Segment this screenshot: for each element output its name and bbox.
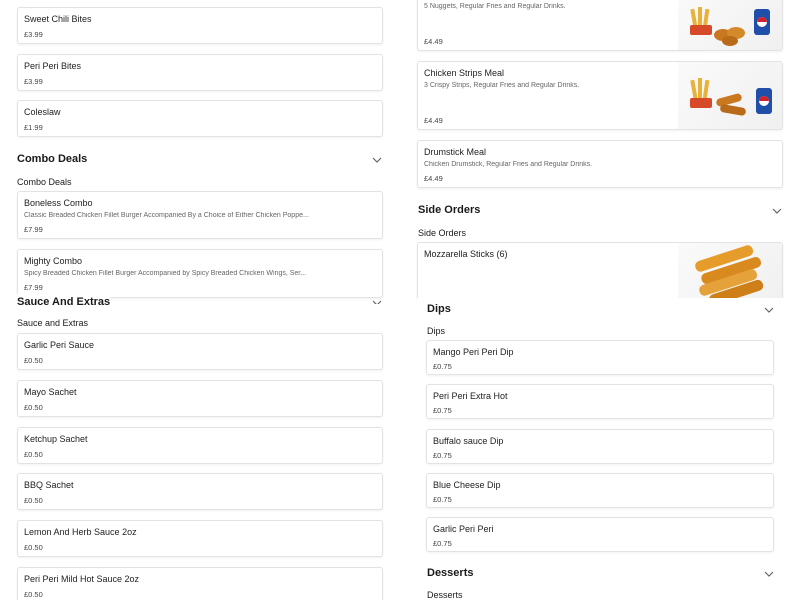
item-name: Boneless Combo	[24, 198, 93, 208]
nugget-icon	[714, 27, 745, 46]
item-price: £0.75	[433, 495, 452, 504]
section-subtitle: Dips	[427, 326, 446, 336]
item-name: Peri Peri Mild Hot Sauce 2oz	[24, 574, 140, 584]
menu-item-card[interactable]: BBQ Sachet £0.50	[17, 473, 383, 510]
item-name: Lemon And Herb Sauce 2oz	[24, 527, 137, 537]
item-price: £0.50	[24, 403, 43, 412]
menu-item-card[interactable]: Peri Peri Bites £3.99	[17, 54, 383, 91]
pepsi-can-icon	[756, 88, 772, 114]
item-price: £1.99	[24, 123, 43, 132]
section-subtitle: Sauce and Extras	[17, 318, 89, 328]
item-price: £0.50	[24, 496, 43, 505]
menu-item-card[interactable]: Mayo Sachet £0.50	[17, 380, 383, 417]
item-name: Chicken Strips Meal	[424, 68, 505, 78]
menu-item-card[interactable]: 5 Nuggets, Regular Fries and Regular Dri…	[417, 0, 783, 51]
item-price: £0.50	[24, 356, 43, 365]
item-description: Spicy Breaded Chicken Fillet Burger Acco…	[24, 270, 307, 277]
item-price: £0.75	[433, 406, 452, 415]
item-name: Mighty Combo	[24, 256, 83, 266]
item-price: £7.99	[24, 225, 43, 234]
menu-item-card[interactable]: Peri Peri Mild Hot Sauce 2oz £0.50	[17, 567, 383, 600]
item-name: Sweet Chili Bites	[24, 14, 92, 24]
menu-item-card[interactable]: Mozzarella Sticks (6)	[417, 242, 783, 306]
chevron-down-icon[interactable]	[371, 296, 383, 304]
item-name: Peri Peri Extra Hot	[433, 391, 508, 401]
menu-item-card[interactable]: Boneless Combo Classic Breaded Chicken F…	[17, 191, 383, 239]
item-description: Chicken Drumstick, Regular Fries and Reg…	[424, 161, 593, 168]
item-name: BBQ Sachet	[24, 480, 74, 490]
section-title-dips[interactable]: Dips	[427, 303, 451, 315]
menu-item-card[interactable]: Buffalo sauce Dip £0.75	[426, 429, 774, 464]
item-image	[678, 243, 782, 305]
item-name: Buffalo sauce Dip	[433, 436, 504, 446]
pepsi-can-icon	[754, 9, 770, 35]
item-name: Coleslaw	[24, 107, 61, 117]
menu-item-card[interactable]: Chicken Strips Meal 3 Crispy Strips, Reg…	[417, 61, 783, 130]
menu-item-card[interactable]: Lemon And Herb Sauce 2oz £0.50	[17, 520, 383, 557]
item-name: Mozzarella Sticks (6)	[424, 249, 508, 259]
menu-item-card[interactable]: Peri Peri Extra Hot £0.75	[426, 384, 774, 419]
item-price: £0.75	[433, 362, 452, 371]
menu-item-card[interactable]: Mango Peri Peri Dip £0.75	[426, 340, 774, 375]
item-price: £0.50	[24, 543, 43, 552]
menu-item-card[interactable]: Ketchup Sachet £0.50	[17, 427, 383, 464]
item-name: Drumstick Meal	[424, 147, 487, 157]
menu-item-card[interactable]: Coleslaw £1.99	[17, 100, 383, 137]
item-name: Mayo Sachet	[24, 387, 77, 397]
item-name: Peri Peri Bites	[24, 61, 82, 71]
menu-item-card[interactable]: Blue Cheese Dip £0.75	[426, 473, 774, 508]
menu-item-card[interactable]: Mighty Combo Spicy Breaded Chicken Fille…	[17, 249, 383, 298]
item-price: £0.75	[433, 539, 452, 548]
item-price: £0.50	[24, 450, 43, 459]
chicken-strip-icon	[716, 93, 746, 116]
chevron-down-icon[interactable]	[771, 204, 783, 216]
section-subtitle: Side Orders	[418, 228, 467, 238]
section-title-side-orders[interactable]: Side Orders	[418, 204, 480, 216]
fries-icon	[690, 7, 712, 35]
chevron-down-icon[interactable]	[763, 567, 775, 579]
item-name: Ketchup Sachet	[24, 434, 88, 444]
chevron-down-icon[interactable]	[763, 303, 775, 315]
item-price: £0.75	[433, 451, 452, 460]
item-price: £3.99	[24, 77, 43, 86]
menu-item-card[interactable]: Garlic Peri Sauce £0.50	[17, 333, 383, 370]
item-price: £4.49	[424, 116, 443, 125]
item-name: Blue Cheese Dip	[433, 480, 501, 490]
item-name: Garlic Peri Peri	[433, 524, 494, 534]
section-subtitle: Desserts	[427, 590, 463, 600]
item-name: Garlic Peri Sauce	[24, 340, 95, 350]
section-subtitle: Combo Deals	[17, 177, 72, 187]
item-image	[678, 0, 782, 50]
item-description: Classic Breaded Chicken Fillet Burger Ac…	[24, 212, 309, 219]
section-title-combo-deals[interactable]: Combo Deals	[17, 153, 87, 165]
item-price: £7.99	[24, 283, 43, 292]
section-title-sauce-and-extras[interactable]: Sauce And Extras	[17, 294, 111, 308]
chevron-down-icon[interactable]	[371, 153, 383, 165]
item-name: Mango Peri Peri Dip	[433, 347, 514, 357]
item-price: £3.99	[24, 30, 43, 39]
menu-item-card[interactable]: Garlic Peri Peri £0.75	[426, 517, 774, 552]
menu-item-card[interactable]: Sweet Chili Bites £3.99	[17, 7, 383, 44]
mozzarella-stick-icon	[695, 245, 764, 305]
item-price: £0.50	[24, 590, 43, 599]
fries-icon	[690, 78, 712, 108]
section-title-desserts[interactable]: Desserts	[427, 567, 473, 579]
menu-item-card[interactable]: Drumstick Meal Chicken Drumstick, Regula…	[417, 140, 783, 188]
item-description: 5 Nuggets, Regular Fries and Regular Dri…	[424, 3, 566, 10]
item-description: 3 Crispy Strips, Regular Fries and Regul…	[424, 82, 580, 89]
item-image	[678, 62, 782, 129]
item-price: £4.49	[424, 174, 443, 183]
item-price: £4.49	[424, 37, 443, 46]
